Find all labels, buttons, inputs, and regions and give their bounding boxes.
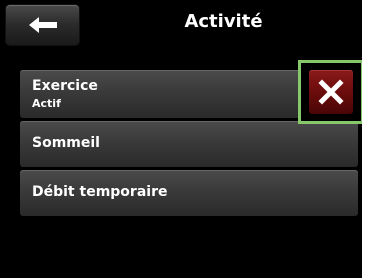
close-icon [318,79,344,105]
cancel-highlight-frame [298,60,362,124]
menu-item-temp-basal[interactable]: Débit temporaire [20,170,358,216]
cancel-button[interactable] [309,70,353,114]
arrow-left-icon [29,17,57,33]
menu-item-label: Exercice [32,78,98,94]
menu-item-status: Actif [32,97,61,110]
menu-item-label: Débit temporaire [32,184,168,200]
page-title: Activité [184,11,263,32]
menu-item-sleep[interactable]: Sommeil [20,121,358,167]
menu-item-label: Sommeil [32,135,100,151]
device-screen: Activité Exercice Actif Sommeil Débit te… [0,0,362,278]
back-button[interactable] [6,5,79,45]
